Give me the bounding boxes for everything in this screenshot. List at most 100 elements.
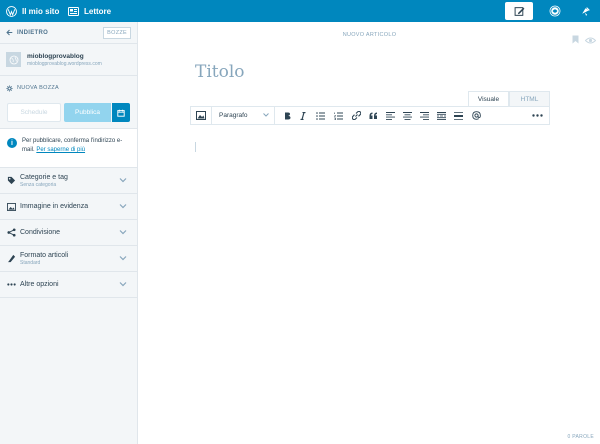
section-more-options[interactable]: Altre opzioni	[0, 272, 137, 298]
site-name: mioblogprovablog	[27, 52, 84, 60]
tab-visual[interactable]: Visuale	[468, 91, 509, 106]
new-draft-button[interactable]: NUOVA BOZZA	[0, 79, 137, 97]
editor-header: NUOVO ARTICOLO	[139, 22, 600, 48]
horizontal-rule-button[interactable]	[450, 107, 467, 124]
section-title: Condivisione	[20, 229, 61, 236]
link-button[interactable]	[347, 107, 365, 124]
section-sharing[interactable]: Condivisione	[0, 220, 137, 246]
masterbar: Il mio sito Lettore	[0, 0, 600, 22]
section-featured-image[interactable]: Immagine in evidenza	[0, 194, 137, 220]
schedule-calendar-button[interactable]	[112, 103, 130, 122]
info-icon: i	[7, 138, 17, 148]
avatar-icon	[549, 5, 561, 17]
chevron-down-icon	[263, 113, 269, 117]
editor-toolbar: Paragrafo	[190, 106, 550, 125]
reader-link[interactable]: Lettore	[68, 0, 111, 22]
section-title: Categorie e tag	[20, 173, 68, 181]
chevron-down-icon	[119, 204, 127, 209]
italic-button[interactable]	[295, 107, 311, 124]
bullet-list-button[interactable]	[311, 107, 329, 124]
numbered-list-button[interactable]	[329, 107, 347, 124]
section-subtitle: Senza categoria	[20, 181, 57, 188]
align-right-button[interactable]	[416, 107, 433, 124]
word-count: 0 PAROLE	[567, 434, 594, 440]
write-button[interactable]	[505, 2, 533, 20]
add-media-icon	[196, 111, 206, 120]
reader-icon	[68, 6, 79, 16]
drafts-button[interactable]: BOZZE	[103, 27, 131, 39]
chevron-down-icon	[119, 282, 127, 287]
align-right-icon	[420, 111, 429, 120]
notifications-icon	[581, 6, 590, 16]
bookmark-icon[interactable]	[572, 31, 579, 49]
notice-learn-more-link[interactable]: Per saperne di più	[36, 147, 85, 153]
blockquote-button[interactable]	[365, 107, 382, 124]
email-verify-notice: i Per pubblicare, conferma l'indirizzo e…	[0, 129, 137, 168]
editor-header-label: NUOVO ARTICOLO	[342, 32, 397, 38]
back-button[interactable]: INDIETRO BOZZE	[0, 22, 137, 44]
tag-icon	[6, 176, 16, 185]
format-value: Paragrafo	[219, 112, 248, 119]
preview-eye-icon[interactable]	[584, 31, 597, 49]
post-format-icon	[6, 254, 16, 263]
gear-icon	[6, 84, 13, 92]
contact-form-button[interactable]	[467, 107, 486, 124]
link-icon	[351, 111, 361, 120]
italic-icon	[300, 111, 306, 120]
align-center-button[interactable]	[399, 107, 416, 124]
share-icon	[6, 228, 16, 237]
editor-main: NUOVO ARTICOLO Titolo Visuale HTML Parag…	[139, 22, 600, 444]
section-post-format[interactable]: Formato articoli Standard	[0, 246, 137, 272]
numbered-list-icon	[333, 112, 343, 120]
notice-text: Per pubblicare, conferma l'indirizzo e-m…	[22, 137, 131, 161]
blockquote-icon	[369, 112, 377, 119]
at-sign-icon	[472, 111, 481, 120]
read-more-button[interactable]	[433, 107, 450, 124]
calendar-icon	[117, 109, 125, 117]
back-label: INDIETRO	[17, 29, 49, 36]
wordpress-icon	[6, 5, 17, 17]
arrow-left-icon	[6, 29, 13, 36]
editor-mode-tabs: Visuale HTML	[468, 91, 550, 106]
write-icon	[514, 6, 524, 16]
globe-icon	[9, 55, 18, 64]
schedule-button[interactable]: Schedule	[7, 103, 61, 122]
bullet-list-icon	[315, 111, 325, 120]
image-icon	[6, 202, 16, 211]
notifications-button[interactable]	[570, 0, 600, 22]
section-title: Immagine in evidenza	[20, 203, 89, 210]
editor-sidebar: INDIETRO BOZZE mioblogprovablog mioblogp…	[0, 22, 138, 444]
ellipsis-icon	[6, 283, 16, 286]
bold-button[interactable]	[279, 107, 295, 124]
publish-button[interactable]: Pubblica	[64, 103, 111, 122]
horizontal-rule-icon	[454, 111, 463, 120]
chevron-down-icon	[119, 256, 127, 261]
my-site-link[interactable]: Il mio sito	[6, 0, 59, 22]
publish-actions: Schedule Pubblica	[0, 97, 137, 129]
ellipsis-icon	[531, 114, 543, 117]
post-title-input[interactable]: Titolo	[195, 62, 245, 82]
reader-label: Lettore	[84, 6, 112, 16]
section-subtitle: Standard	[20, 259, 41, 266]
my-site-label: Il mio sito	[22, 6, 60, 16]
section-categories-tags[interactable]: Categorie e tag Senza categoria	[0, 168, 137, 194]
tab-html[interactable]: HTML	[509, 91, 550, 106]
read-more-icon	[437, 111, 446, 120]
align-center-icon	[403, 111, 412, 120]
site-card[interactable]: mioblogprovablog mioblogprovablog.wordpr…	[0, 44, 137, 76]
section-title: Formato articoli	[20, 251, 69, 259]
site-icon	[6, 52, 21, 67]
align-left-icon	[386, 111, 395, 120]
chevron-down-icon	[119, 230, 127, 235]
site-url: mioblogprovablog.wordpress.com	[27, 60, 102, 67]
format-dropdown[interactable]: Paragrafo	[211, 107, 275, 124]
add-media-button[interactable]	[191, 107, 211, 124]
avatar-button[interactable]	[540, 0, 570, 22]
align-left-button[interactable]	[382, 107, 399, 124]
section-title: Altre opzioni	[20, 281, 59, 288]
new-draft-label: NUOVA BOZZA	[17, 85, 60, 91]
bold-icon	[284, 112, 290, 119]
more-tools-button[interactable]	[525, 107, 549, 124]
chevron-down-icon	[119, 178, 127, 183]
content-editor[interactable]	[195, 142, 196, 152]
